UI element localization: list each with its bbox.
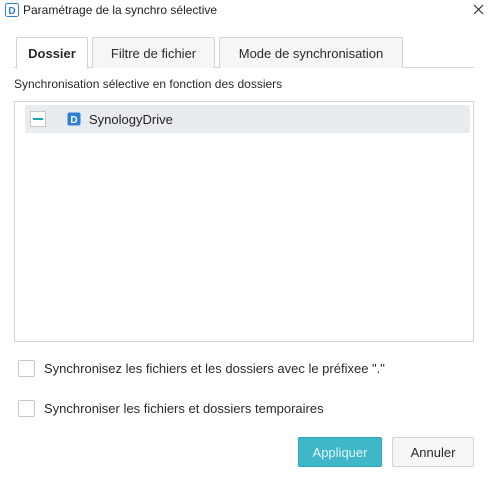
close-icon <box>473 4 483 14</box>
svg-text:D: D <box>70 115 77 126</box>
folder-tree[interactable]: D SynologyDrive <box>14 101 474 342</box>
temp-files-checkbox[interactable] <box>18 399 35 417</box>
tree-item-synologydrive[interactable]: D SynologyDrive <box>25 105 470 133</box>
synology-drive-folder-icon: D <box>67 112 81 126</box>
folder-section-label: Synchronisation sélective en fonction de… <box>14 77 283 91</box>
option-dot-prefix[interactable]: Synchronisez les fichiers et les dossier… <box>18 359 385 377</box>
apply-button[interactable]: Appliquer <box>298 437 382 467</box>
temp-files-label: Synchroniser les fichiers et dossiers te… <box>44 400 324 416</box>
dot-prefix-label: Synchronisez les fichiers et les dossier… <box>44 360 385 376</box>
window-title: Paramétrage de la synchro sélective <box>23 3 218 17</box>
tab-dossier[interactable]: Dossier <box>16 37 88 69</box>
tab-label: Mode de synchronisation <box>238 45 384 61</box>
tab-bar: Dossier Filtre de fichier Mode de synchr… <box>14 37 474 69</box>
tab-mode-de-synchronisation[interactable]: Mode de synchronisation <box>219 37 403 68</box>
synology-drive-icon: D <box>5 3 19 17</box>
tab-label: Dossier <box>28 46 76 61</box>
partial-checkbox[interactable] <box>30 111 46 127</box>
dot-prefix-checkbox[interactable] <box>18 359 35 377</box>
svg-text:D: D <box>8 6 15 17</box>
tab-label: Filtre de fichier <box>110 45 197 61</box>
tree-item-label: SynologyDrive <box>89 112 173 127</box>
cancel-button[interactable]: Annuler <box>392 437 474 467</box>
tab-filtre-de-fichier[interactable]: Filtre de fichier <box>92 37 215 68</box>
close-button[interactable] <box>468 0 488 18</box>
title-bar: D Paramétrage de la synchro sélective <box>0 0 490 22</box>
option-temp-files[interactable]: Synchroniser les fichiers et dossiers te… <box>18 399 324 417</box>
